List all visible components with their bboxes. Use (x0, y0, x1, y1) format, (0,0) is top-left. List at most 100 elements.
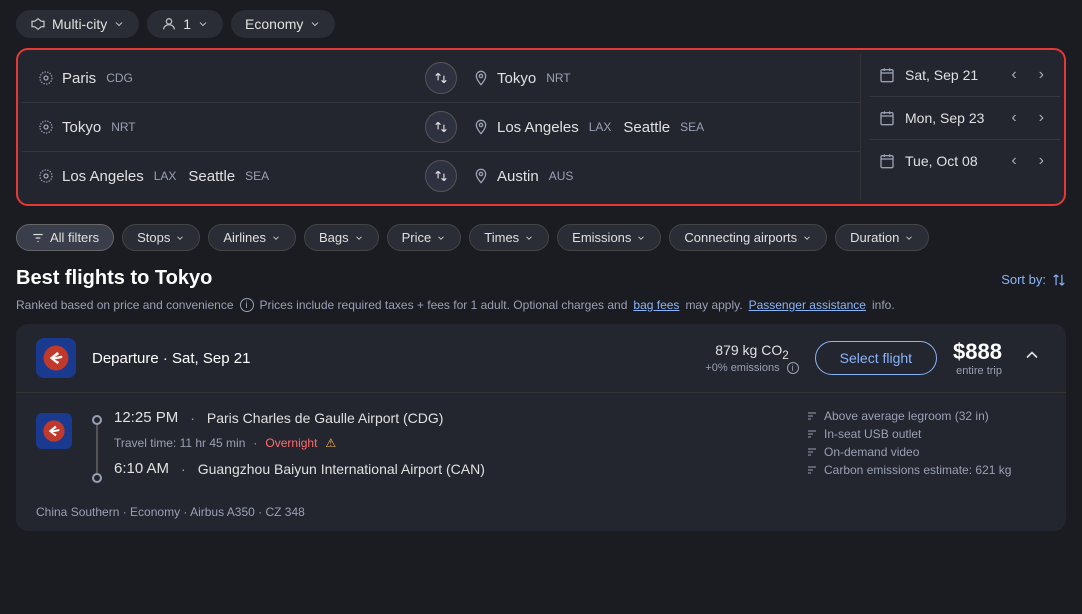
dest-name-2b: Seattle (623, 119, 670, 136)
amenity-video-text: On-demand video (824, 445, 919, 459)
sort-icon (1052, 273, 1066, 287)
flight-card: Departure · Sat, Sep 21 879 kg CO2 +0% e… (16, 324, 1066, 531)
origin-icon-1 (38, 70, 54, 86)
dest-field-2[interactable]: Los Angeles LAX Seattle SEA (461, 115, 856, 140)
departure-label: Departure (92, 350, 159, 367)
date-row-2[interactable]: Mon, Sep 23 ‹ › (869, 97, 1060, 140)
expand-icon (1022, 345, 1042, 365)
stops-chevron (175, 233, 185, 243)
dest-name-2: Los Angeles (497, 119, 579, 136)
dot-depart (92, 415, 102, 425)
date-text-1: Sat, Sep 21 (905, 67, 995, 83)
price-label: Price (402, 230, 432, 245)
bags-chevron (354, 233, 364, 243)
swap-button-2[interactable] (425, 111, 457, 143)
calendar-icon-2 (879, 110, 895, 126)
passenger-assistance-link[interactable]: Passenger assistance (749, 298, 866, 312)
ranked-text: Ranked based on price and convenience (16, 298, 234, 312)
stops-filter-button[interactable]: Stops (122, 224, 200, 251)
bag-fees-link[interactable]: bag fees (633, 298, 679, 312)
info-icon: i (240, 298, 254, 312)
date-text-3: Tue, Oct 08 (905, 153, 995, 169)
date-prev-1[interactable]: ‹ (1005, 64, 1022, 86)
select-flight-button[interactable]: Select flight (815, 341, 937, 375)
cabin-button[interactable]: Economy (231, 10, 335, 38)
airlines-chevron (271, 233, 281, 243)
date-next-3[interactable]: › (1033, 150, 1050, 172)
date-prev-3[interactable]: ‹ (1005, 150, 1022, 172)
all-filters-label: All filters (50, 230, 99, 245)
info-text: info. (872, 298, 895, 312)
overnight-badge: Overnight (265, 436, 317, 450)
origin-code-1: CDG (106, 71, 133, 85)
price-filter-button[interactable]: Price (387, 224, 462, 251)
connecting-airports-filter-button[interactable]: Connecting airports (669, 224, 827, 251)
arrive-time: 6:10 AM (114, 460, 169, 477)
amenity-legroom: Above average legroom (32 in) (806, 409, 1046, 423)
calendar-icon-1 (879, 67, 895, 83)
emissions-label: Emissions (572, 230, 631, 245)
swap-button-3[interactable] (425, 160, 457, 192)
date-prev-2[interactable]: ‹ (1005, 107, 1022, 129)
carbon-icon (806, 464, 818, 476)
airline-logo (36, 338, 76, 378)
dest-code-1: NRT (546, 71, 570, 85)
flight-footer: China Southern · Economy · Airbus A350 ·… (16, 499, 1066, 531)
origin-name-3b: Seattle (188, 168, 235, 185)
route-display: 12:25 PM · Paris Charles de Gaulle Airpo… (92, 409, 786, 483)
origin-code-3: LAX (154, 169, 177, 183)
dest-field-3[interactable]: Austin AUS (461, 164, 856, 189)
swap-button-1[interactable] (425, 62, 457, 94)
depart-separator: · (190, 410, 195, 426)
passengers-label: 1 (183, 16, 191, 32)
connecting-airports-label: Connecting airports (684, 230, 797, 245)
amenity-usb: In-seat USB outlet (806, 427, 1046, 441)
top-bar: Multi-city 1 Economy (0, 0, 1082, 48)
airline-logo-svg (42, 344, 70, 372)
origin-field-3[interactable]: Los Angeles LAX Seattle SEA (26, 164, 421, 189)
info-icon-co2: i (787, 362, 799, 374)
emissions-filter-button[interactable]: Emissions (557, 224, 661, 251)
date-row-3[interactable]: Tue, Oct 08 ‹ › (869, 140, 1060, 182)
results-title: Best flights to Tokyo (16, 267, 212, 290)
depart-airport: Paris Charles de Gaulle Airport (CDG) (207, 410, 444, 426)
date-next-2[interactable]: › (1033, 107, 1050, 129)
cabin-label: Economy (245, 16, 303, 32)
travel-separator: · (253, 436, 257, 450)
expand-button[interactable] (1018, 341, 1046, 375)
depart-time: 12:25 PM (114, 409, 178, 426)
dest-code-3: AUS (549, 169, 574, 183)
trip-type-button[interactable]: Multi-city (16, 10, 139, 38)
trip-type-label: Multi-city (52, 16, 107, 32)
date-row-1[interactable]: Sat, Sep 21 ‹ › (869, 54, 1060, 97)
travel-info-row: Travel time: 11 hr 45 min · Overnight ⚠ (114, 436, 786, 450)
duration-label: Duration (850, 230, 899, 245)
calendar-icon-3 (879, 153, 895, 169)
search-row-1: Paris CDG Tokyo NRT (22, 54, 860, 103)
sort-by[interactable]: Sort by: (1001, 272, 1066, 287)
duration-filter-button[interactable]: Duration (835, 224, 929, 251)
origin-name-2: Tokyo (62, 119, 101, 136)
origin-icon-3 (38, 168, 54, 184)
select-flight-label: Select flight (840, 350, 912, 366)
passengers-button[interactable]: 1 (147, 10, 223, 38)
dest-icon-2 (473, 119, 489, 135)
search-row-2: Tokyo NRT Los Angeles LAX Seattle SEA (22, 103, 860, 152)
origin-field-2[interactable]: Tokyo NRT (26, 115, 421, 140)
dest-icon-3 (473, 168, 489, 184)
bags-filter-button[interactable]: Bags (304, 224, 379, 251)
times-filter-button[interactable]: Times (469, 224, 549, 251)
dest-field-1[interactable]: Tokyo NRT (461, 66, 856, 91)
dest-icon-1 (473, 70, 489, 86)
origin-code-3b: SEA (245, 169, 269, 183)
amenity-carbon-text: Carbon emissions estimate: 621 kg (824, 463, 1011, 477)
date-next-1[interactable]: › (1033, 64, 1050, 86)
origin-code-2: NRT (111, 120, 135, 134)
airlines-filter-button[interactable]: Airlines (208, 224, 296, 251)
arrive-separator: · (181, 461, 186, 477)
co2-info: 879 kg CO2 +0% emissions i (705, 342, 798, 374)
origin-icon-2 (38, 119, 54, 135)
origin-field-1[interactable]: Paris CDG (26, 66, 421, 91)
all-filters-button[interactable]: All filters (16, 224, 114, 251)
arrive-row: 6:10 AM · Guangzhou Baiyun International… (114, 460, 786, 477)
